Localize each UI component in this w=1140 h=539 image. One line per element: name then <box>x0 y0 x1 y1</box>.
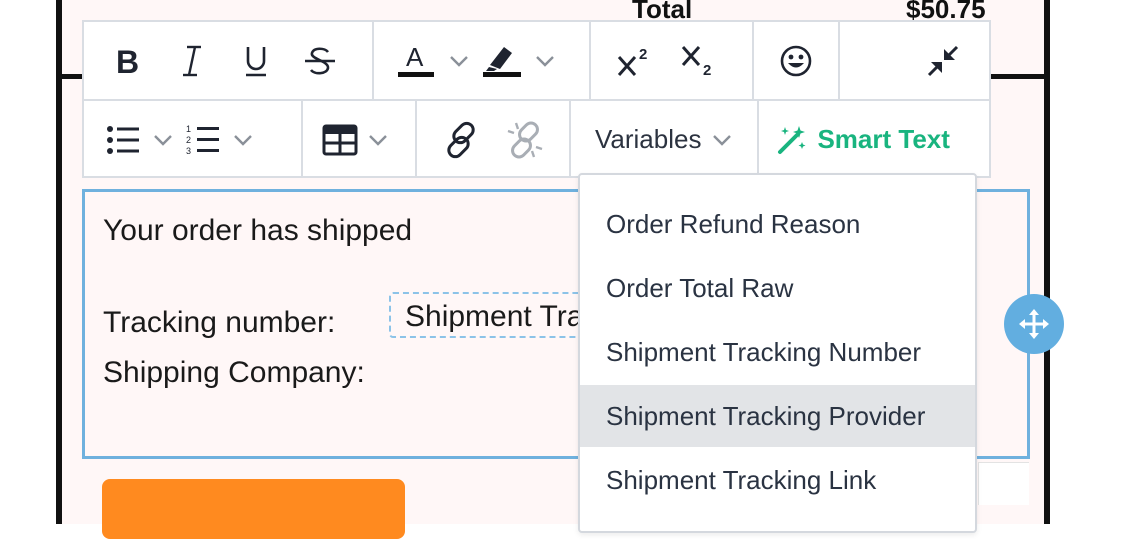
chevron-down-icon <box>536 55 555 67</box>
color-group: A <box>374 22 591 99</box>
remove-link-button[interactable] <box>493 112 557 168</box>
move-icon <box>1019 309 1049 339</box>
link-group <box>417 101 571 178</box>
emoji-button[interactable] <box>766 33 826 89</box>
variable-option-highlighted[interactable]: Shipment Tracking Provider <box>580 385 975 447</box>
variables-chevron <box>709 120 735 160</box>
variables-menu: Order Refund Reason Order Total Raw Ship… <box>578 173 977 533</box>
table-dropdown[interactable] <box>365 120 391 160</box>
tracking-number-line: Tracking number: Shipment Tracking Numbe… <box>103 292 649 340</box>
highlight-dropdown[interactable] <box>532 41 558 81</box>
subscript-icon: 2 <box>681 45 711 79</box>
variables-dropdown-button[interactable]: Variables <box>571 101 760 178</box>
text-style-group: B <box>84 22 375 99</box>
variable-option[interactable]: Order Refund Reason <box>580 193 975 255</box>
email-cta-button[interactable] <box>102 479 405 539</box>
bulleted-list-dropdown[interactable] <box>150 120 176 160</box>
emoji-icon <box>781 45 812 76</box>
smart-text-label: Smart Text <box>817 124 950 154</box>
superscript-button[interactable]: 2 <box>603 33 667 89</box>
strikethrough-button[interactable] <box>288 33 352 89</box>
email-body-line-1: Your order has shipped <box>103 214 413 247</box>
toolbar-row-1: B A 2 2 <box>84 22 989 101</box>
highlight-button[interactable] <box>472 33 532 89</box>
strikethrough-icon <box>305 46 335 74</box>
chevron-down-icon <box>713 134 732 146</box>
insert-link-button[interactable] <box>429 112 493 168</box>
numbered-list-dropdown[interactable] <box>230 120 256 160</box>
table-group <box>303 101 417 178</box>
numbered-list-button[interactable]: 123 <box>176 112 230 168</box>
link-icon <box>447 121 475 158</box>
chevron-down-icon <box>450 55 469 67</box>
unlink-icon <box>507 121 543 158</box>
script-group: 2 2 <box>591 22 755 99</box>
collapse-icon <box>927 45 959 76</box>
svg-text:B: B <box>116 44 139 78</box>
bulleted-list-icon <box>107 125 139 154</box>
bold-button[interactable]: B <box>96 33 160 89</box>
svg-text:2: 2 <box>186 135 191 145</box>
font-color-button[interactable]: A <box>386 33 446 89</box>
chevron-down-icon <box>369 134 387 146</box>
tracking-number-label: Tracking number: <box>103 306 336 339</box>
svg-text:1: 1 <box>186 124 191 134</box>
variables-label: Variables <box>595 124 702 154</box>
underline-button[interactable] <box>224 33 288 89</box>
magic-wand-icon <box>778 125 806 154</box>
svg-text:2: 2 <box>703 62 711 79</box>
variable-option[interactable]: Shipment Tracking Number <box>580 321 975 383</box>
variable-option[interactable]: Order Total Raw <box>580 257 975 319</box>
subscript-button[interactable]: 2 <box>667 33 731 89</box>
insert-table-button[interactable] <box>315 112 365 168</box>
collapse-group <box>840 22 989 99</box>
list-group: 123 <box>84 101 303 178</box>
collapse-toolbar-button[interactable] <box>911 33 975 89</box>
emoji-group <box>754 22 841 99</box>
underline-icon <box>246 46 266 76</box>
table-icon <box>322 124 358 155</box>
font-color-icon: A <box>398 42 435 77</box>
bulleted-list-button[interactable] <box>96 112 150 168</box>
italic-icon <box>183 45 201 76</box>
highlight-icon <box>483 46 522 77</box>
italic-button[interactable] <box>160 33 224 89</box>
svg-text:3: 3 <box>186 146 191 156</box>
popover-corner <box>978 462 1029 505</box>
toolbar-row-2: 123 Variables Smart Text <box>84 101 989 178</box>
move-block-handle[interactable] <box>1004 294 1064 354</box>
smart-text-button[interactable]: Smart Text <box>759 101 967 178</box>
bold-icon: B <box>116 44 139 78</box>
superscript-icon: 2 <box>617 46 647 76</box>
font-color-dropdown[interactable] <box>446 41 472 81</box>
rich-text-toolbar: B A 2 2 1 2 3 Variables Smart Text <box>82 20 991 178</box>
variable-option[interactable]: Shipment Tracking Link <box>580 449 975 511</box>
shipping-company-label: Shipping Company: <box>103 356 365 389</box>
svg-text:A: A <box>406 42 424 72</box>
chevron-down-icon <box>154 134 172 146</box>
svg-text:2: 2 <box>639 46 647 63</box>
chevron-down-icon <box>234 134 252 146</box>
numbered-list-icon: 123 <box>186 124 219 156</box>
